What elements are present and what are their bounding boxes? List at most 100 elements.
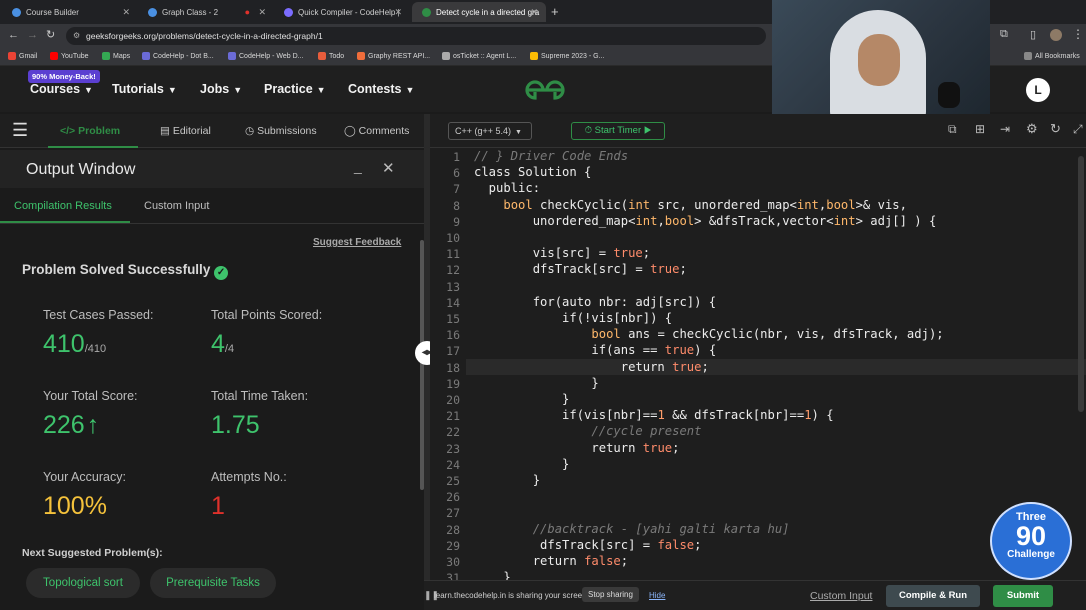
tab-comments[interactable]: ◯ Comments [344,125,409,137]
badge-line2: 90 [1015,521,1047,551]
line-number: 11 [446,247,460,262]
forward-icon[interactable]: → [27,29,38,41]
custom-input-link[interactable]: Custom Input [810,590,872,602]
language-select[interactable]: C++ (g++ 5.4) ▼ [448,122,532,140]
code-line[interactable]: dfsTrack[src] = true; [474,262,687,276]
tab-submissions[interactable]: ◷ Submissions [245,125,317,137]
score-value: 226↑ [43,411,100,439]
tab-problem[interactable]: </> Problem [60,125,120,137]
browser-tab[interactable]: Course Builder ✕ [2,2,138,22]
bookmark-item[interactable]: Gmail [8,52,37,60]
accuracy-label: Your Accuracy: [43,470,126,484]
line-number: 12 [446,263,460,278]
browser-tab[interactable]: Graph Class - 2 ● ✕ [138,2,274,22]
bookmark-item[interactable]: Supreme 2023 - G... [530,52,604,60]
copy-icon[interactable]: ⧉ [948,122,957,137]
code-line[interactable]: dfsTrack[src] = false; [474,538,701,552]
back-icon[interactable]: ← [8,29,19,41]
nav-practice[interactable]: Practice ▼ [264,82,326,96]
code-line[interactable]: public: [474,181,540,195]
code-line[interactable]: } [474,570,510,580]
nav-tutorials[interactable]: Tutorials ▼ [112,82,177,96]
bookmark-item[interactable]: CodeHelp - Dot B... [142,52,214,60]
code-line[interactable]: unordered_map<int,bool> &dfsTrack,vector… [474,214,937,228]
browser-menu-icon[interactable]: ⋮ [1072,27,1084,41]
line-number: 10 [446,231,460,245]
browser-tab-active[interactable]: Detect cycle in a directed gra ✕ [412,2,546,22]
chevron-down-icon: ▼ [405,85,415,95]
code-line[interactable]: } [474,376,598,390]
profile-icon[interactable] [1050,29,1062,41]
start-timer-button[interactable]: ⏱ Start Timer ▶ [571,122,665,140]
extensions-icon[interactable]: ⧉ [1000,28,1008,41]
close-icon[interactable]: ✕ [382,159,395,177]
code-editor[interactable]: 1 // } Driver Code Ends 6 class Solution {7… [430,148,1086,580]
next-problem-chip[interactable]: Prerequisite Tasks [150,568,276,598]
code-line[interactable]: return true; [474,441,679,455]
tab-close-icon[interactable]: ✕ [530,7,538,18]
code-line[interactable]: vis[src] = true; [474,246,650,260]
exit-icon[interactable]: ⇥ [1000,122,1010,136]
bookmark-item[interactable]: Todo [318,52,344,60]
code-line[interactable]: return false; [474,554,628,568]
tab-close-icon[interactable]: ✕ [122,7,130,18]
tab-custom-input[interactable]: Custom Input [144,200,209,212]
nav-jobs[interactable]: Jobs ▼ [200,82,242,96]
code-line[interactable]: } [474,457,569,471]
tab-close-icon[interactable]: ✕ [394,7,402,18]
editor-scrollbar[interactable] [1078,156,1084,412]
record-icon[interactable]: ● [245,7,250,17]
presenter-face [858,34,900,86]
code-line[interactable]: bool ans = checkCyclic(nbr, vis, dfsTrac… [474,327,943,341]
tab-compilation-results[interactable]: Compilation Results [14,200,112,212]
avatar[interactable]: L [1026,78,1050,102]
bookmark-item[interactable]: Maps [102,52,130,60]
compile-run-button[interactable]: Compile & Run [886,585,980,607]
minimize-icon[interactable]: _ [354,158,362,174]
reset-icon[interactable]: ↻ [1050,121,1061,137]
attempts-value: 1 [211,492,225,520]
line-number: 27 [446,506,460,521]
expand-icon[interactable]: ⊞ [975,122,985,136]
nav-contests[interactable]: Contests ▼ [348,82,414,96]
code-line[interactable]: class Solution { [474,165,591,179]
code-line[interactable]: if(ans == true) { [474,343,716,357]
line-number: 13 [446,279,460,294]
bookmark-item[interactable]: YouTube [50,52,89,60]
browser-tab[interactable]: Quick Compiler - CodeHelp | ✕ [274,2,410,22]
settings-icon[interactable]: ⚙ [1026,121,1038,137]
code-line[interactable]: // } Driver Code Ends [474,149,628,163]
line-number: 14 [446,295,460,310]
code-line[interactable]: } [474,392,569,406]
bookmark-item[interactable]: osTicket :: Agent L... [442,52,516,60]
submit-button[interactable]: Submit [993,585,1053,607]
fullscreen-icon[interactable]: ⤢ [1073,122,1083,137]
reload-icon[interactable]: ↻ [46,28,55,41]
suggest-feedback-link[interactable]: Suggest Feedback [313,237,401,248]
code-line[interactable]: return true; [474,360,709,374]
code-line[interactable]: //backtrack - [yahi galti karta hu] [474,522,790,536]
code-line[interactable]: bool checkCyclic(int src, unordered_map<… [474,198,907,212]
stop-sharing-button[interactable]: Stop sharing [582,587,639,602]
bookmark-item[interactable]: CodeHelp - Web D... [228,52,303,60]
code-line[interactable]: if(vis[nbr]==1 && dfsTrack[nbr]==1) { [474,408,834,422]
bookmark-item[interactable]: Graphy REST API... [357,52,430,60]
sidepanel-icon[interactable]: ▯ [1030,28,1036,41]
nav-courses[interactable]: Courses ▼ [30,82,93,96]
hide-link[interactable]: Hide [649,591,665,600]
code-line[interactable]: } [474,473,540,487]
all-bookmarks[interactable]: All Bookmarks [1024,52,1080,60]
code-line[interactable]: if(!vis[nbr]) { [474,311,672,325]
browser-tab-label: Course Builder [26,7,79,17]
next-problem-chip[interactable]: Topological sort [26,568,140,598]
tab-close-icon[interactable]: ✕ [258,7,266,18]
gfg-logo-icon[interactable] [518,79,572,101]
site-info-icon[interactable]: ⚙ [73,27,80,45]
microphone-icon [938,82,960,108]
code-line[interactable]: for(auto nbr: adj[src]) { [474,295,716,309]
tab-editorial[interactable]: ▤ Editorial [160,125,211,137]
url-bar[interactable]: ⚙ geeksforgeeks.org/problems/detect-cycl… [66,27,766,45]
code-line[interactable]: //cycle present [474,424,701,438]
hamburger-menu-icon[interactable]: ☰ [12,120,28,141]
new-tab-icon[interactable]: + [551,4,559,19]
